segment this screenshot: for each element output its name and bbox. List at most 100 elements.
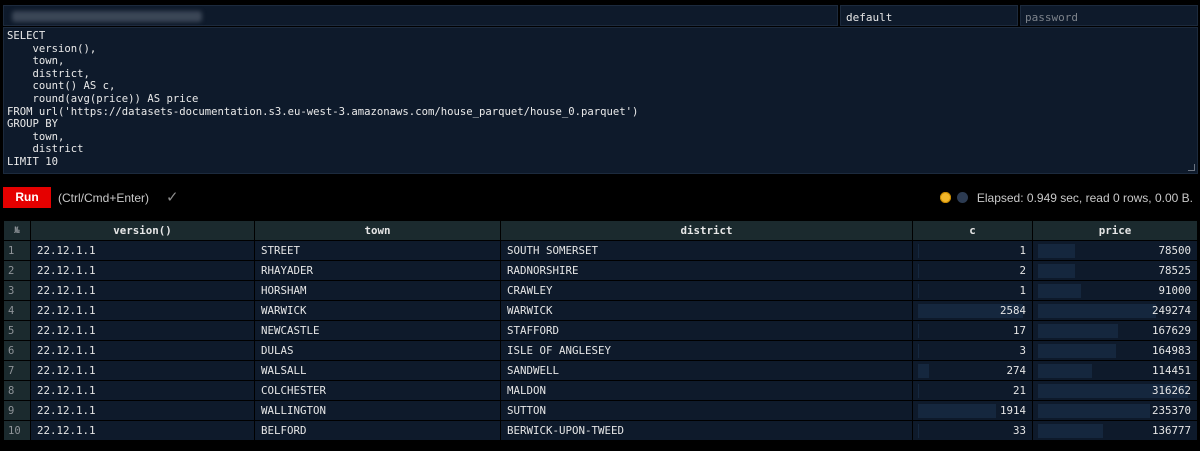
value-bar — [1038, 344, 1116, 358]
table-cell: 33 — [912, 420, 1033, 441]
shortcut-hint: (Ctrl/Cmd+Enter) — [58, 191, 150, 205]
cell-value: 78525 — [1158, 264, 1191, 277]
value-bar — [1038, 404, 1150, 418]
rownum-header: № — [3, 220, 31, 241]
value-bar — [918, 364, 929, 378]
table-row: 4 22.12.1.1 WARWICK WARWICK 2584 249274 — [3, 300, 1198, 321]
column-header: district — [500, 220, 913, 241]
resize-handle[interactable] — [1188, 164, 1195, 171]
table-cell: BERWICK-UPON-TWEED — [500, 420, 913, 441]
table-cell: SANDWELL — [500, 360, 913, 381]
column-header: town — [254, 220, 501, 241]
table-cell: 78500 — [1032, 240, 1198, 261]
table-cell: BELFORD — [254, 420, 501, 441]
table-cell: 3 — [912, 340, 1033, 361]
value-bar — [1038, 284, 1081, 298]
table-row: 5 22.12.1.1 NEWCASTLE STAFFORD 17 167629 — [3, 320, 1198, 341]
results-body: 1 22.12.1.1 STREET SOUTH SOMERSET 1 78500 2 22.… — [3, 240, 1198, 441]
row-number: 2 — [3, 260, 31, 281]
table-cell: 91000 — [1032, 280, 1198, 301]
table-cell: 22.12.1.1 — [30, 340, 255, 361]
table-cell: 2584 — [912, 300, 1033, 321]
server-url-input[interactable] — [3, 5, 838, 26]
check-icon: ✓ — [166, 189, 179, 206]
table-cell: 114451 — [1032, 360, 1198, 381]
cell-value: 3 — [1019, 344, 1026, 357]
column-header: c — [912, 220, 1033, 241]
query-text[interactable]: SELECT version(), town, district, count(… — [4, 28, 1197, 169]
controls-row: Run (Ctrl/Cmd+Enter) ✓ Elapsed: 0.949 se… — [3, 187, 1198, 209]
table-cell: COLCHESTER — [254, 380, 501, 401]
password-input[interactable] — [1020, 5, 1198, 26]
row-number: 8 — [3, 380, 31, 401]
table-header-row: № version() town district c price — [3, 220, 1198, 241]
table-cell: 274 — [912, 360, 1033, 381]
row-number: 4 — [3, 300, 31, 321]
table-cell: RADNORSHIRE — [500, 260, 913, 281]
cell-value: 1 — [1019, 244, 1026, 257]
cell-value: 167629 — [1151, 324, 1191, 337]
cell-value: 1914 — [999, 404, 1026, 417]
table-cell: 1 — [912, 280, 1033, 301]
column-header: price — [1032, 220, 1198, 241]
user-input[interactable] — [840, 5, 1018, 26]
table-row: 10 22.12.1.1 BELFORD BERWICK-UPON-TWEED 33 13… — [3, 420, 1198, 441]
column-header: version() — [30, 220, 255, 241]
redacted-url — [12, 11, 202, 22]
connection-bar — [3, 5, 1198, 26]
table-cell: 2 — [912, 260, 1033, 281]
value-bar — [918, 264, 919, 278]
moon-icon[interactable] — [957, 192, 968, 203]
table-cell: WALLINGTON — [254, 400, 501, 421]
value-bar — [1038, 364, 1092, 378]
cell-value: 2584 — [999, 304, 1026, 317]
cell-value: 1 — [1019, 284, 1026, 297]
query-editor[interactable]: SELECT version(), town, district, count(… — [3, 27, 1198, 174]
cell-value: 235370 — [1151, 404, 1191, 417]
run-button[interactable]: Run — [3, 187, 51, 208]
table-cell: 164983 — [1032, 340, 1198, 361]
table-row: 3 22.12.1.1 HORSHAM CRAWLEY 1 91000 — [3, 280, 1198, 301]
row-number: 6 — [3, 340, 31, 361]
table-cell: STREET — [254, 240, 501, 261]
table-cell: NEWCASTLE — [254, 320, 501, 341]
cell-value: 91000 — [1158, 284, 1191, 297]
value-bar — [918, 284, 919, 298]
value-bar — [918, 244, 919, 258]
row-number: 7 — [3, 360, 31, 381]
value-bar — [918, 404, 996, 418]
table-cell: 22.12.1.1 — [30, 260, 255, 281]
value-bar — [1038, 244, 1075, 258]
table-cell: ISLE OF ANGLESEY — [500, 340, 913, 361]
table-cell: 22.12.1.1 — [30, 420, 255, 441]
value-bar — [918, 424, 919, 438]
table-cell: SOUTH SOMERSET — [500, 240, 913, 261]
elapsed-status: Elapsed: 0.949 sec, read 0 rows, 0.00 B. — [976, 191, 1193, 205]
row-number: 1 — [3, 240, 31, 261]
table-cell: 136777 — [1032, 420, 1198, 441]
table-cell: 22.12.1.1 — [30, 320, 255, 341]
table-cell: RHAYADER — [254, 260, 501, 281]
value-bar — [1038, 264, 1075, 278]
table-cell: CRAWLEY — [500, 280, 913, 301]
table-row: 7 22.12.1.1 WALSALL SANDWELL 274 114451 — [3, 360, 1198, 381]
table-cell: 21 — [912, 380, 1033, 401]
value-bar — [1038, 304, 1156, 318]
table-cell: 167629 — [1032, 320, 1198, 341]
value-bar — [1038, 324, 1118, 338]
table-cell: 22.12.1.1 — [30, 280, 255, 301]
table-row: 9 22.12.1.1 WALLINGTON SUTTON 1914 235370 — [3, 400, 1198, 421]
cell-value: 136777 — [1151, 424, 1191, 437]
table-cell: HORSHAM — [254, 280, 501, 301]
table-cell: 316262 — [1032, 380, 1198, 401]
table-cell: 1914 — [912, 400, 1033, 421]
table-cell: WALSALL — [254, 360, 501, 381]
row-number: 9 — [3, 400, 31, 421]
cell-value: 114451 — [1151, 364, 1191, 377]
sun-icon[interactable] — [940, 192, 951, 203]
table-cell: 249274 — [1032, 300, 1198, 321]
table-row: 6 22.12.1.1 DULAS ISLE OF ANGLESEY 3 164983 — [3, 340, 1198, 361]
table-row: 1 22.12.1.1 STREET SOUTH SOMERSET 1 78500 — [3, 240, 1198, 261]
table-cell: SUTTON — [500, 400, 913, 421]
table-row: 2 22.12.1.1 RHAYADER RADNORSHIRE 2 78525 — [3, 260, 1198, 281]
